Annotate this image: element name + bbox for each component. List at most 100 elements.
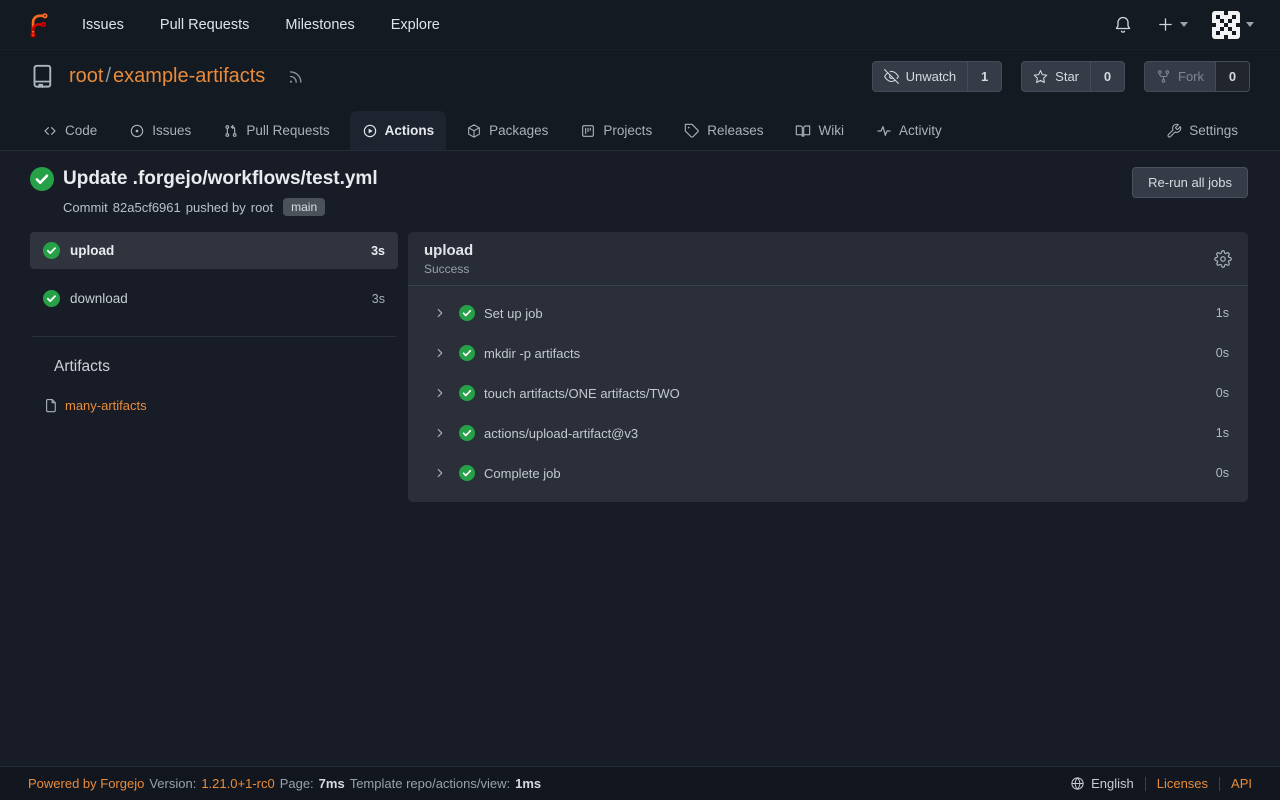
tab-activity[interactable]: Activity	[864, 111, 954, 150]
divider	[1145, 777, 1146, 791]
step-duration: 0s	[1216, 346, 1229, 360]
activity-pulse-icon	[876, 123, 892, 139]
step-duration: 0s	[1216, 386, 1229, 400]
job-panel-header: upload Success	[408, 232, 1248, 286]
commit-author-link[interactable]: root	[251, 200, 273, 215]
tab-wiki[interactable]: Wiki	[783, 111, 856, 150]
repo-book-icon	[30, 63, 57, 90]
artifacts-heading: Artifacts	[54, 358, 398, 376]
version-label: Version:	[149, 776, 196, 791]
commit-line: Commit 82a5cf6961 pushed by root main	[63, 198, 378, 216]
plus-icon	[1157, 16, 1174, 33]
pull-request-icon	[223, 123, 239, 139]
job-row-download[interactable]: download 3s	[30, 280, 398, 317]
repo-action-buttons: Unwatch 1 Star 0 Fork 0	[872, 61, 1250, 92]
step-row-upload-artifact[interactable]: actions/upload-artifact@v3 1s	[408, 413, 1248, 453]
tab-pull-requests[interactable]: Pull Requests	[211, 111, 341, 150]
run-title: Update .forgejo/workflows/test.yml	[63, 168, 378, 190]
check-circle-icon	[43, 242, 60, 259]
page-time-label: Page:	[280, 776, 314, 791]
stars-count[interactable]: 0	[1090, 62, 1124, 91]
api-link[interactable]: API	[1231, 776, 1252, 791]
job-panel-title: upload	[424, 242, 473, 259]
sidebar-divider	[32, 336, 396, 337]
file-icon	[44, 398, 59, 413]
job-status: Success	[424, 262, 473, 276]
rerun-all-jobs-button[interactable]: Re-run all jobs	[1132, 167, 1248, 198]
play-circle-icon	[362, 123, 378, 139]
chevron-right-icon	[433, 466, 447, 480]
steps-list: Set up job 1s mkdir -p artifacts 0s touc…	[408, 286, 1248, 502]
job-detail-panel: upload Success Set up job 1s	[408, 232, 1248, 502]
actions-run-view: Update .forgejo/workflows/test.yml Commi…	[0, 151, 1280, 766]
tab-issues[interactable]: Issues	[117, 111, 203, 150]
step-row-touch[interactable]: touch artifacts/ONE artifacts/TWO 0s	[408, 373, 1248, 413]
nav-explore[interactable]: Explore	[391, 17, 440, 33]
nav-milestones[interactable]: Milestones	[285, 17, 354, 33]
check-circle-icon	[459, 425, 475, 441]
nav-pull-requests[interactable]: Pull Requests	[160, 17, 249, 33]
divider	[1219, 777, 1220, 791]
repo-name-link[interactable]: example-artifacts	[113, 65, 265, 87]
version-link[interactable]: 1.21.0+1-rc0	[201, 776, 274, 791]
star-button[interactable]: Star 0	[1021, 61, 1125, 92]
tab-settings[interactable]: Settings	[1154, 111, 1250, 150]
commit-sha-link[interactable]: 82a5cf6961	[113, 200, 181, 215]
fork-button[interactable]: Fork 0	[1144, 61, 1250, 92]
run-header: Update .forgejo/workflows/test.yml Commi…	[30, 167, 1248, 216]
branch-badge[interactable]: main	[283, 198, 325, 216]
check-circle-icon	[459, 385, 475, 401]
chevron-right-icon	[433, 426, 447, 440]
forgejo-logo-icon[interactable]	[26, 12, 52, 38]
tab-projects[interactable]: Projects	[568, 111, 664, 150]
watchers-count[interactable]: 1	[967, 62, 1001, 91]
nav-issues[interactable]: Issues	[82, 17, 124, 33]
avatar	[1212, 11, 1240, 39]
footer-meta: Powered by Forgejo Version: 1.21.0+1-rc0…	[28, 776, 541, 791]
chevron-right-icon	[433, 306, 447, 320]
tag-icon	[684, 123, 700, 139]
gear-icon[interactable]	[1214, 250, 1232, 268]
code-icon	[42, 123, 58, 139]
job-duration: 3s	[371, 244, 385, 258]
fork-icon	[1156, 69, 1171, 84]
chevron-down-icon	[1180, 22, 1188, 27]
step-row-setup[interactable]: Set up job 1s	[408, 293, 1248, 333]
bell-icon[interactable]	[1113, 15, 1133, 35]
tab-packages[interactable]: Packages	[454, 111, 560, 150]
main-nav: Issues Pull Requests Milestones Explore	[82, 17, 440, 33]
step-row-mkdir[interactable]: mkdir -p artifacts 0s	[408, 333, 1248, 373]
book-open-icon	[795, 123, 811, 139]
star-icon	[1033, 69, 1048, 84]
eye-off-icon	[884, 69, 899, 84]
template-time-label: Template repo/actions/view:	[350, 776, 510, 791]
rss-icon[interactable]	[287, 68, 304, 85]
tab-releases[interactable]: Releases	[672, 111, 775, 150]
repo-owner-link[interactable]: root	[69, 65, 103, 87]
tools-icon	[1166, 123, 1182, 139]
artifact-link-many-artifacts[interactable]: many-artifacts	[44, 398, 398, 413]
tab-code[interactable]: Code	[30, 111, 109, 150]
tab-actions[interactable]: Actions	[350, 111, 447, 150]
step-row-complete[interactable]: Complete job 0s	[408, 453, 1248, 493]
forks-count[interactable]: 0	[1215, 62, 1249, 91]
template-time-value: 1ms	[515, 776, 541, 791]
language-selector[interactable]: English	[1070, 776, 1134, 791]
step-duration: 1s	[1216, 426, 1229, 440]
chevron-right-icon	[433, 346, 447, 360]
user-menu[interactable]	[1212, 11, 1254, 39]
commit-label: Commit	[63, 200, 108, 215]
pushed-by-label: pushed by	[186, 200, 246, 215]
jobs-sidebar: upload 3s download 3s Artifacts many-art…	[30, 232, 398, 413]
globe-icon	[1070, 776, 1085, 791]
licenses-link[interactable]: Licenses	[1157, 776, 1208, 791]
check-circle-icon	[459, 465, 475, 481]
powered-by-link[interactable]: Powered by Forgejo	[28, 776, 144, 791]
job-duration: 3s	[372, 292, 385, 306]
unwatch-button[interactable]: Unwatch 1	[872, 61, 1003, 92]
check-circle-icon	[30, 167, 54, 191]
create-new-menu[interactable]	[1157, 16, 1188, 33]
issue-circle-dot-icon	[129, 123, 145, 139]
job-row-upload[interactable]: upload 3s	[30, 232, 398, 269]
check-circle-icon	[43, 290, 60, 307]
